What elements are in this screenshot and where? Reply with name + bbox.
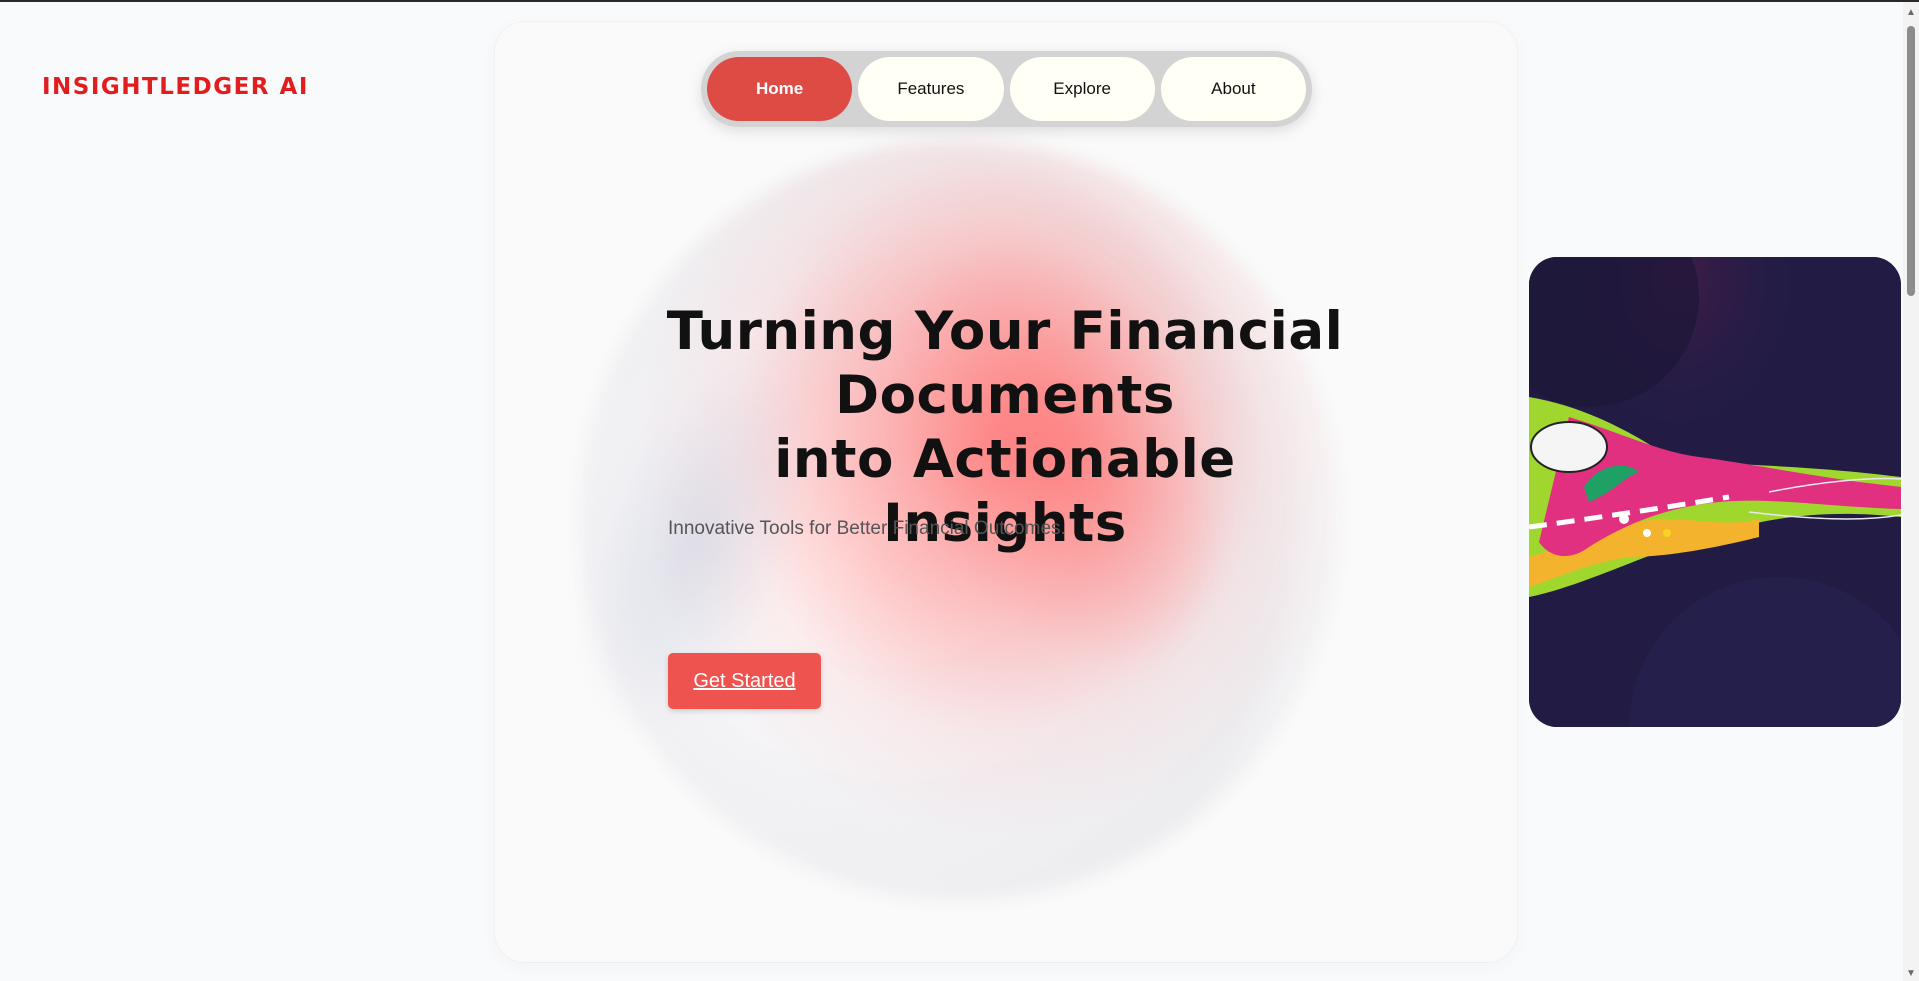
hero-headline-line-1: Turning Your Financial [666, 301, 1344, 362]
hero-subtitle: Innovative Tools for Better Financial Ou… [668, 518, 1066, 539]
nav-about[interactable]: About [1160, 57, 1306, 121]
brand-logo[interactable]: INSIGHTLEDGER AI [42, 74, 309, 100]
page-scrollbar[interactable]: ▲ ▼ [1903, 2, 1919, 981]
media-white-shape [1530, 421, 1608, 473]
scrollbar-thumb[interactable] [1907, 26, 1915, 296]
main-nav: Home Features Explore About [701, 51, 1312, 127]
get-started-button[interactable]: Get Started [668, 653, 821, 709]
arrow-down-icon[interactable]: ▼ [1903, 965, 1919, 981]
media-dot-1 [1619, 514, 1629, 524]
nav-explore[interactable]: Explore [1009, 57, 1155, 121]
arrow-up-icon[interactable]: ▲ [1903, 4, 1919, 20]
hero-headline-line-2: Documents [835, 365, 1175, 426]
page: INSIGHTLEDGER AI Home Features Explore A… [0, 0, 1919, 981]
media-dot-2 [1643, 529, 1651, 537]
media-dot-3 [1663, 529, 1671, 537]
nav-home[interactable]: Home [707, 57, 853, 121]
window-top-border [0, 0, 1919, 2]
abstract-animation-graphic [1529, 257, 1901, 727]
nav-features[interactable]: Features [858, 57, 1004, 121]
media-card [1529, 257, 1901, 727]
